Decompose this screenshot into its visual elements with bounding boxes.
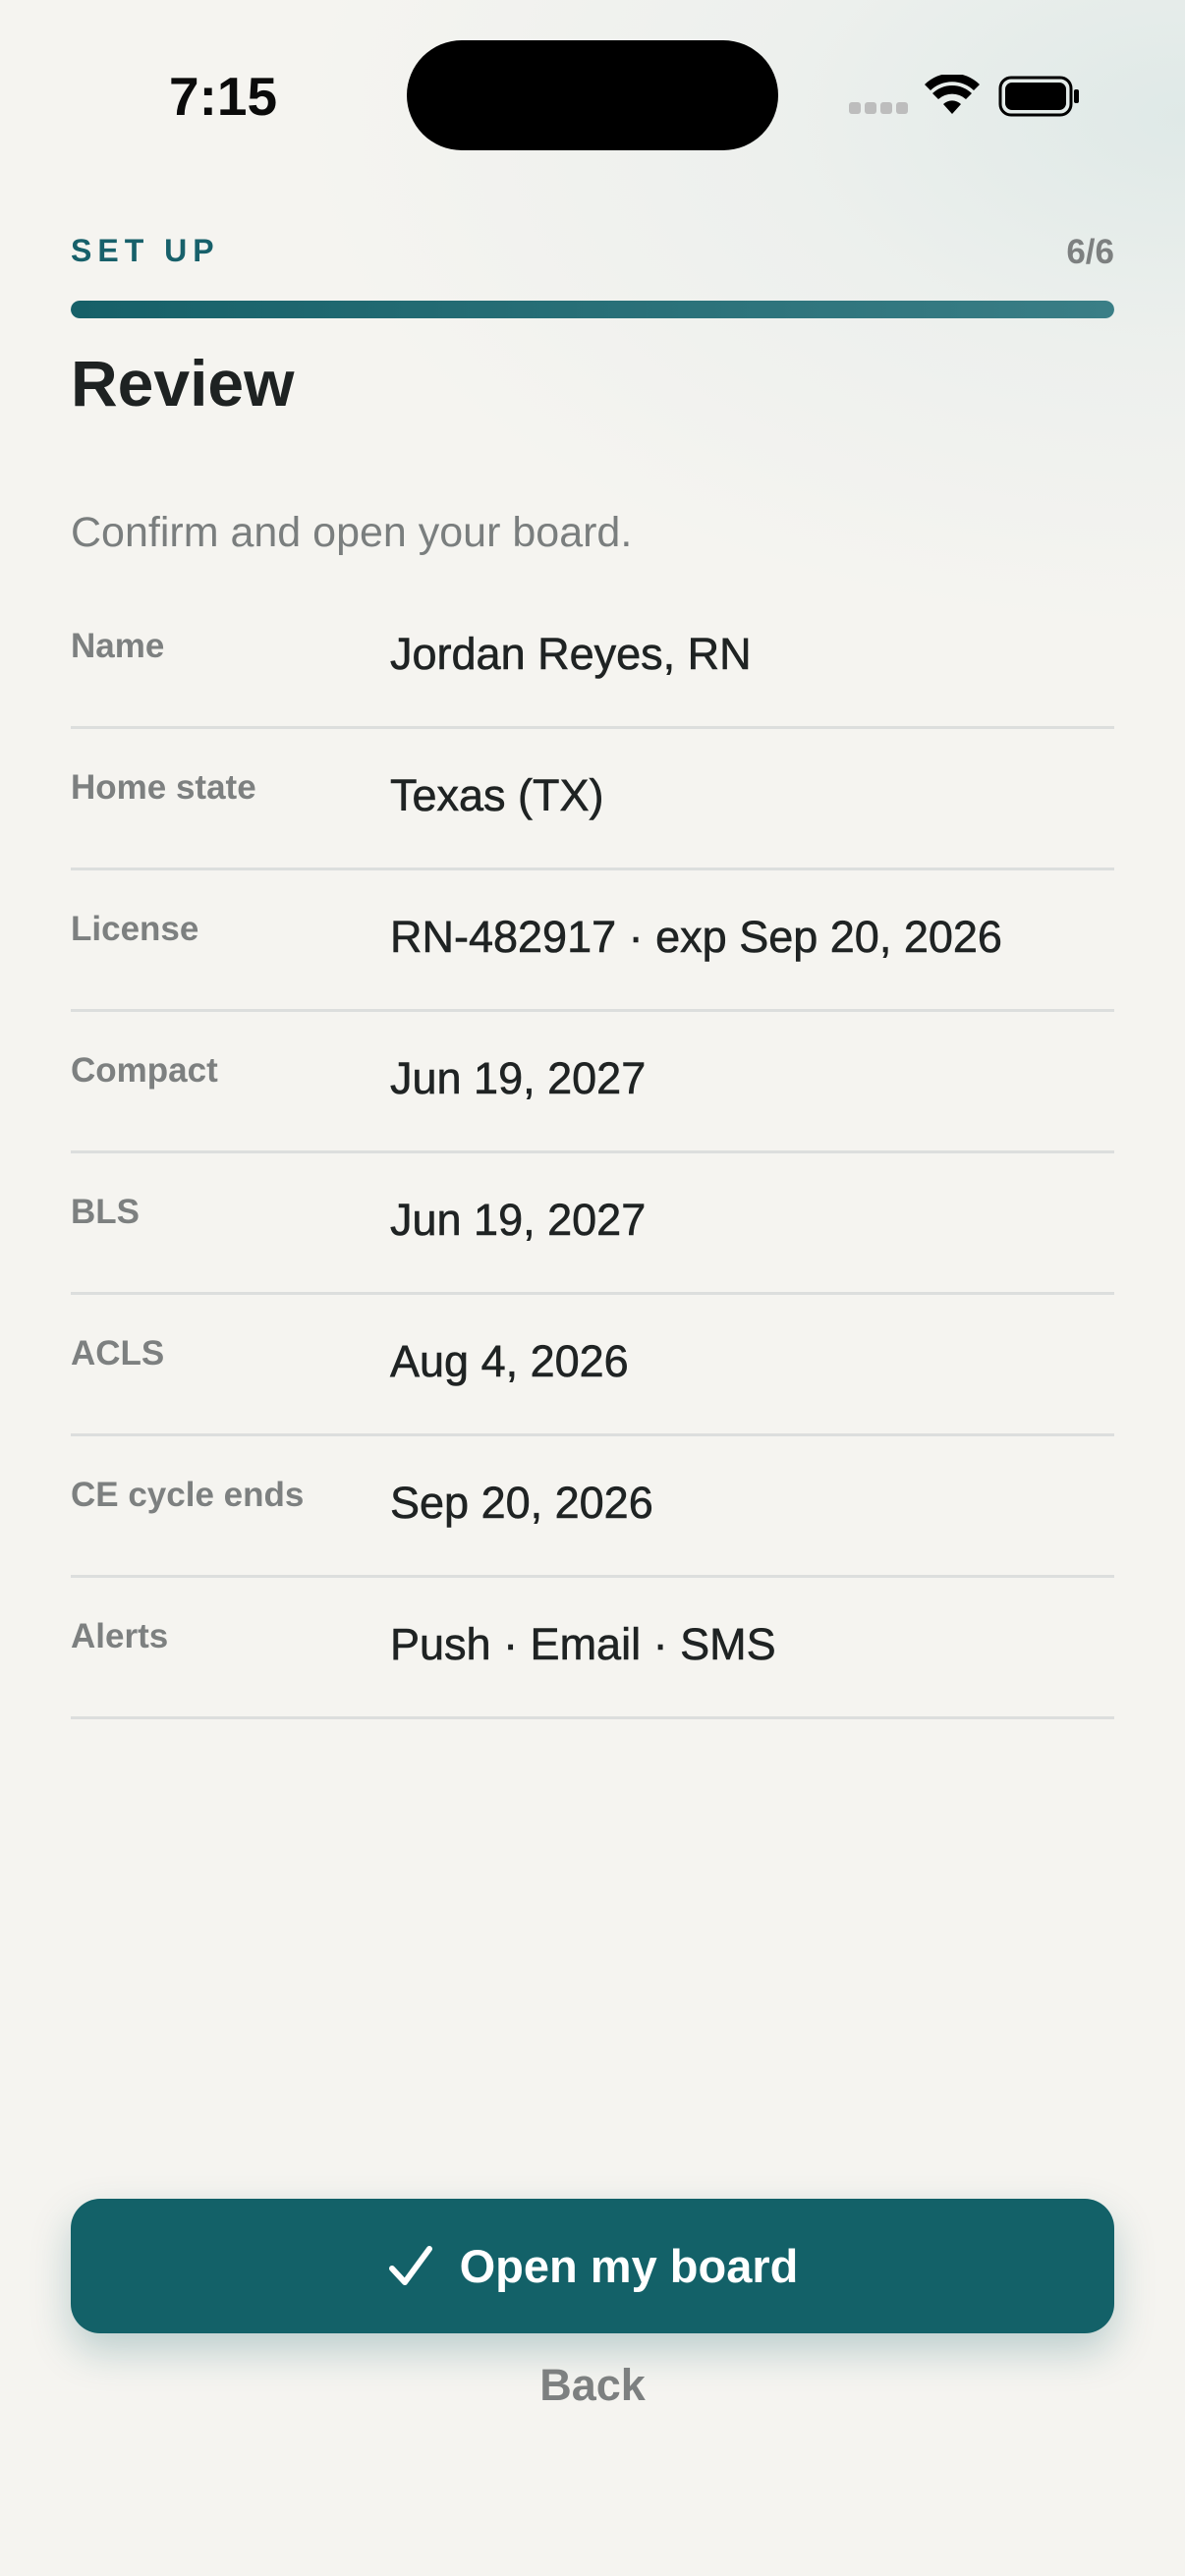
summary-row-compact: Compact Jun 19, 2027 (71, 1014, 1114, 1153)
battery-icon (998, 76, 1079, 117)
cellular-signal-icon (849, 102, 908, 116)
summary-row-home-state: Home state Texas (TX) (71, 731, 1114, 870)
status-bar: 7:15 (0, 0, 1185, 187)
review-summary-list: Name Jordan Reyes, RN Home state Texas (… (71, 589, 1114, 1721)
summary-row-label: ACLS (71, 1334, 165, 1372)
summary-row-value: Texas (TX) (390, 770, 604, 821)
summary-row-value: Aug 4, 2026 (390, 1336, 629, 1387)
summary-row-acls: ACLS Aug 4, 2026 (71, 1297, 1114, 1436)
dynamic-island (407, 40, 778, 150)
progress-bar-fill (71, 301, 1114, 318)
summary-row-label: BLS (71, 1193, 140, 1231)
summary-row-name: Name Jordan Reyes, RN (71, 589, 1114, 729)
summary-row-value: RN-482917 · exp Sep 20, 2026 (390, 912, 1003, 963)
page-subtitle: Confirm and open your board. (71, 509, 633, 556)
summary-row-label: CE cycle ends (71, 1476, 305, 1514)
wifi-icon (925, 75, 980, 114)
step-counter: 6/6 (1066, 233, 1114, 271)
summary-row-alerts: Alerts Push · Email · SMS (71, 1580, 1114, 1719)
summary-row-label: Alerts (71, 1617, 169, 1655)
progress-bar (71, 301, 1114, 318)
back-button[interactable]: Back (0, 2360, 1185, 2411)
summary-row-value: Jun 19, 2027 (390, 1195, 647, 1246)
summary-row-value: Sep 20, 2026 (390, 1478, 653, 1529)
summary-row-label: Name (71, 627, 165, 665)
summary-row-value: Jordan Reyes, RN (390, 629, 752, 680)
page-title: Review (71, 347, 295, 420)
checkmark-icon (388, 2245, 432, 2285)
open-my-board-label: Open my board (459, 2240, 799, 2292)
summary-row-label: License (71, 910, 199, 948)
summary-row-label: Home state (71, 768, 256, 807)
summary-row-value: Push · Email · SMS (390, 1619, 776, 1670)
summary-row-ce-cycle: CE cycle ends Sep 20, 2026 (71, 1438, 1114, 1578)
summary-row-value: Jun 19, 2027 (390, 1053, 647, 1104)
summary-row-bls: BLS Jun 19, 2027 (71, 1155, 1114, 1295)
status-time: 7:15 (169, 66, 278, 127)
open-my-board-button[interactable]: Open my board (71, 2199, 1114, 2333)
setup-eyebrow: SET UP (71, 233, 220, 268)
summary-row-label: Compact (71, 1051, 218, 1090)
summary-row-license: License RN-482917 · exp Sep 20, 2026 (71, 872, 1114, 1012)
